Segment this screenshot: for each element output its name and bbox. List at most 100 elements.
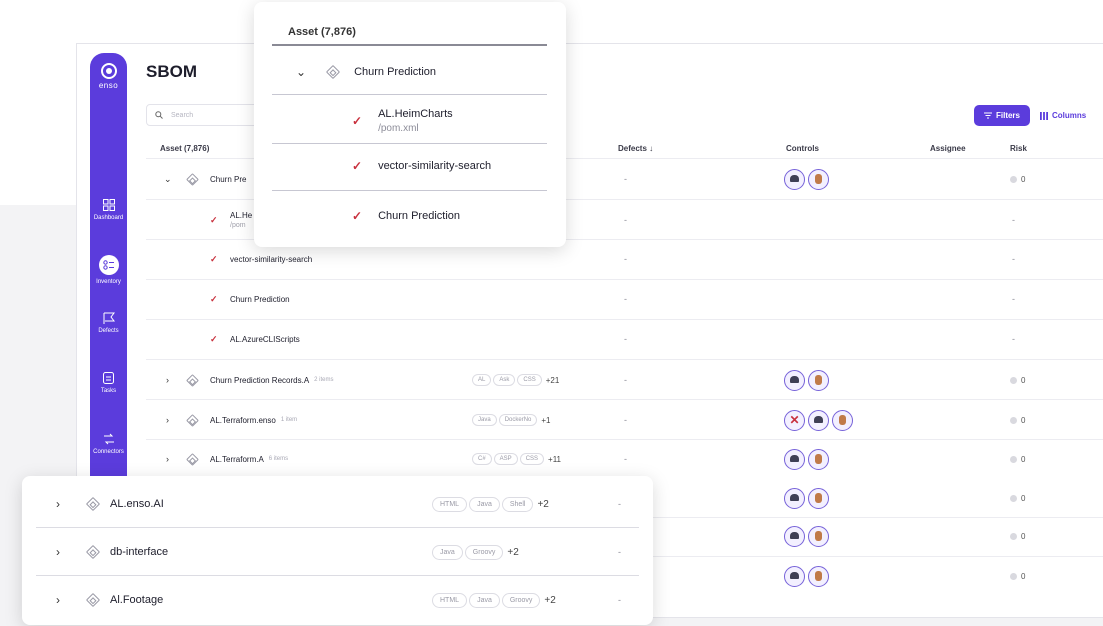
asset-name: AL.Terraform.A xyxy=(210,454,264,464)
enso-logo[interactable]: enso xyxy=(90,63,127,90)
sast-control-icon[interactable] xyxy=(808,409,829,431)
header-risk[interactable]: Risk xyxy=(1010,138,1027,158)
more-count[interactable]: +1 xyxy=(541,416,550,425)
user-control-icon[interactable] xyxy=(808,565,829,587)
asset-zoom-popup: Asset (7,876) ⌄ Churn Prediction ✓ AL.He… xyxy=(254,2,566,247)
check-icon: ✓ xyxy=(210,214,218,225)
defects-value: - xyxy=(624,454,627,464)
clipboard-icon xyxy=(103,372,114,384)
failed-control-icon[interactable]: ✕ xyxy=(784,409,805,431)
chevron-right-icon[interactable]: › xyxy=(166,454,169,464)
header-defects[interactable]: Defects ↓ xyxy=(618,138,653,158)
user-control-icon[interactable] xyxy=(808,487,829,509)
sidebar-item-label: Defects xyxy=(98,328,119,334)
popup-parent-name: Churn Prediction xyxy=(354,66,436,78)
panel-row[interactable]: › AL.enso.AI HTML Java Shell +2 - xyxy=(22,480,653,528)
sast-control-icon[interactable] xyxy=(784,168,805,190)
risk-value: - xyxy=(1012,215,1015,225)
chevron-right-icon[interactable]: › xyxy=(56,545,60,559)
more-count[interactable]: +2 xyxy=(544,595,555,606)
chevron-right-icon[interactable]: › xyxy=(166,375,169,385)
sidebar-item-dashboard[interactable]: Dashboard xyxy=(90,199,127,221)
user-control-icon[interactable] xyxy=(808,525,829,547)
sidebar: enso Dashboard Inventory Defects Tasks C… xyxy=(90,53,127,478)
table-row[interactable]: › Churn Prediction Records.A 2 items AL As… xyxy=(146,360,1103,400)
chevron-right-icon[interactable]: › xyxy=(56,593,60,607)
tech-pill: Java xyxy=(469,592,500,608)
asset-name: AL.He xyxy=(230,211,253,220)
panel-row[interactable]: › db-interface Java Groovy +2 - xyxy=(22,528,653,576)
popup-item[interactable]: ✓ Churn Prediction xyxy=(352,206,460,226)
table-row[interactable]: › AL.Terraform.A 6 items C# ASP CSS +11 - 0 xyxy=(146,439,1103,479)
user-control-icon[interactable] xyxy=(808,168,829,190)
asset-name: AL.enso.AI xyxy=(110,498,164,510)
popup-parent-row[interactable]: ⌄ Churn Prediction xyxy=(296,62,436,82)
popup-item-name: Churn Prediction xyxy=(378,210,460,222)
sidebar-item-label: Connectors xyxy=(93,449,124,455)
tech-pill: CSS xyxy=(517,374,542,386)
asset-icon xyxy=(85,544,101,560)
panel-row[interactable]: › Al.Footage HTML Java Groovy +2 - xyxy=(22,576,653,624)
header-asset[interactable]: Asset (7,876) xyxy=(160,138,209,158)
popup-divider xyxy=(272,94,547,95)
asset-name: AL.Terraform.enso xyxy=(210,415,276,425)
asset-name: Churn Prediction Records.A xyxy=(210,375,310,385)
popup-item[interactable]: ✓ AL.HeimCharts/pom.xml xyxy=(352,103,453,139)
defects-value: - xyxy=(624,334,627,344)
defects-value: - xyxy=(618,547,621,557)
search-placeholder: Search xyxy=(171,111,194,119)
tech-pill: Java xyxy=(472,414,497,426)
header-assignee[interactable]: Assignee xyxy=(930,138,966,158)
table-row[interactable]: ✓ Churn Prediction - - xyxy=(146,279,1103,319)
chevron-down-icon[interactable]: ⌄ xyxy=(296,65,306,79)
defects-value: - xyxy=(624,215,627,225)
user-control-icon[interactable] xyxy=(808,369,829,391)
sast-control-icon[interactable] xyxy=(784,448,805,470)
search-input[interactable]: Search xyxy=(146,104,266,126)
sast-control-icon[interactable] xyxy=(784,369,805,391)
sast-control-icon[interactable] xyxy=(784,565,805,587)
header-controls[interactable]: Controls xyxy=(786,138,819,158)
item-count: 6 items xyxy=(268,456,289,462)
tech-pill: C# xyxy=(472,453,492,465)
tech-pill: HTML xyxy=(432,496,468,512)
tech-pill: HTML xyxy=(432,592,468,608)
popup-header: Asset (7,876) xyxy=(288,26,356,38)
grid-icon xyxy=(102,199,115,211)
user-control-icon[interactable] xyxy=(808,448,829,470)
filters-button[interactable]: Filters xyxy=(974,105,1030,126)
chevron-right-icon[interactable]: › xyxy=(166,415,169,425)
sidebar-item-defects[interactable]: Defects xyxy=(90,312,127,334)
popup-divider xyxy=(272,44,547,46)
chevron-down-icon[interactable]: ⌄ xyxy=(164,174,172,185)
asset-zoom-panel: › AL.enso.AI HTML Java Shell +2 - › db-inte… xyxy=(22,476,653,625)
popup-divider xyxy=(272,143,547,144)
check-icon: ✓ xyxy=(352,209,363,223)
tech-pill: ASP xyxy=(493,453,518,465)
risk-indicator: 0 xyxy=(1010,175,1025,184)
sidebar-item-connectors[interactable]: Connectors xyxy=(90,433,127,455)
asset-name: Al.Footage xyxy=(110,594,164,606)
item-count: 2 items xyxy=(314,377,334,383)
chevron-right-icon[interactable]: › xyxy=(56,497,60,511)
columns-button[interactable]: Columns xyxy=(1040,105,1086,126)
check-icon: ✓ xyxy=(352,159,363,173)
sidebar-item-label: Tasks xyxy=(100,388,117,394)
sidebar-item-inventory[interactable]: Inventory xyxy=(90,255,127,285)
check-icon: ✓ xyxy=(210,333,218,344)
user-control-icon[interactable] xyxy=(832,409,853,431)
sast-control-icon[interactable] xyxy=(784,525,805,547)
table-row[interactable]: ✓ AL.AzureCLIScripts - - xyxy=(146,319,1103,359)
more-count[interactable]: +21 xyxy=(546,376,560,385)
sidebar-item-tasks[interactable]: Tasks xyxy=(90,371,127,394)
more-count[interactable]: +2 xyxy=(507,547,518,558)
asset-icon xyxy=(186,452,199,466)
sast-control-icon[interactable] xyxy=(784,487,805,509)
more-count[interactable]: +11 xyxy=(548,455,561,464)
table-row[interactable]: › AL.Terraform.enso 1 item Java DockerNo +1… xyxy=(146,400,1103,440)
more-count[interactable]: +2 xyxy=(537,499,548,510)
risk-indicator: 0 xyxy=(1010,572,1025,581)
popup-item[interactable]: ✓ vector-similarity-search xyxy=(352,156,491,176)
check-icon: ✓ xyxy=(352,114,363,128)
defects-value: - xyxy=(624,174,627,184)
